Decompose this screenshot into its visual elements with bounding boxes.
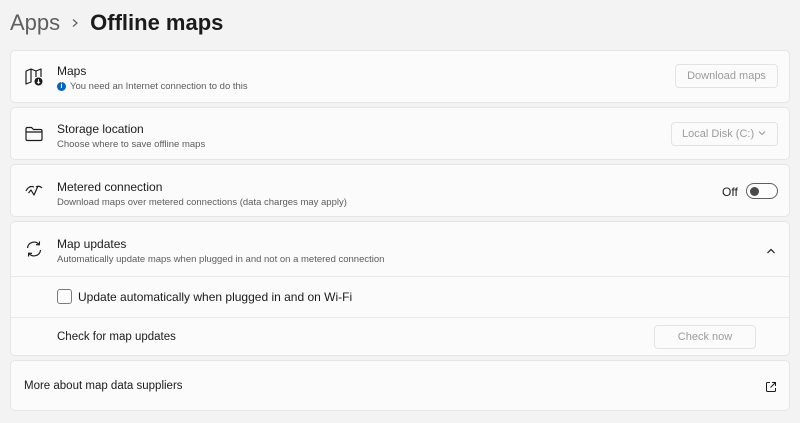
metered-toggle[interactable]	[746, 183, 778, 199]
map-updates-subtitle: Automatically update maps when plugged i…	[57, 254, 385, 265]
chevron-down-icon	[757, 128, 767, 141]
auto-update-row: Update automatically when plugged in and…	[11, 277, 789, 317]
metered-title: Metered connection	[57, 180, 163, 194]
storage-location-dropdown[interactable]: Local Disk (C:)	[671, 122, 778, 146]
maps-subtitle: You need an Internet connection to do th…	[70, 81, 248, 92]
map-download-icon	[24, 67, 44, 87]
check-updates-row: Check for map updates Check now	[11, 318, 789, 357]
storage-location-value: Local Disk (C:)	[682, 128, 755, 140]
check-updates-text: Check for map updates	[57, 331, 176, 343]
info-icon: i	[57, 82, 66, 91]
metered-subtitle: Download maps over metered connections (…	[57, 197, 347, 208]
page-title: Offline maps	[90, 10, 224, 35]
storage-title: Storage location	[57, 122, 144, 136]
storage-card: Storage location Choose where to save of…	[10, 107, 790, 160]
open-external-icon[interactable]	[765, 380, 777, 392]
folder-icon	[24, 124, 44, 144]
suppliers-card[interactable]: More about map data suppliers	[10, 360, 790, 411]
suppliers-link-text[interactable]: More about map data suppliers	[24, 380, 183, 392]
check-now-button[interactable]: Check now	[654, 325, 756, 349]
maps-text: Maps i You need an Internet connection t…	[57, 64, 248, 92]
map-updates-text: Map updates Automatically update maps wh…	[57, 237, 384, 265]
maps-title: Maps	[57, 64, 87, 78]
metered-text: Metered connection Download maps over me…	[57, 180, 347, 208]
chevron-right-icon	[60, 18, 90, 28]
sync-icon	[24, 239, 44, 259]
metered-card: Metered connection Download maps over me…	[10, 164, 790, 217]
auto-update-checkbox[interactable]	[57, 289, 72, 304]
breadcrumb-apps[interactable]: Apps	[10, 10, 60, 36]
metered-connection-icon	[24, 181, 44, 201]
toggle-knob	[750, 186, 759, 196]
download-maps-button[interactable]: Download maps	[675, 64, 778, 88]
metered-toggle-label: Off	[722, 185, 738, 199]
storage-subtitle: Choose where to save offline maps	[57, 139, 206, 150]
storage-text: Storage location Choose where to save of…	[57, 122, 205, 150]
maps-card: Maps i You need an Internet connection t…	[10, 50, 790, 103]
map-updates-card: Map updates Automatically update maps wh…	[10, 221, 790, 356]
breadcrumb: Apps Offline maps	[10, 6, 223, 40]
auto-update-label[interactable]: Update automatically when plugged in and…	[78, 290, 352, 304]
map-updates-title: Map updates	[57, 237, 127, 251]
maps-subtitle-row: i You need an Internet connection to do …	[57, 81, 248, 92]
map-updates-header[interactable]: Map updates Automatically update maps wh…	[11, 222, 789, 276]
chevron-up-icon[interactable]	[765, 244, 777, 256]
